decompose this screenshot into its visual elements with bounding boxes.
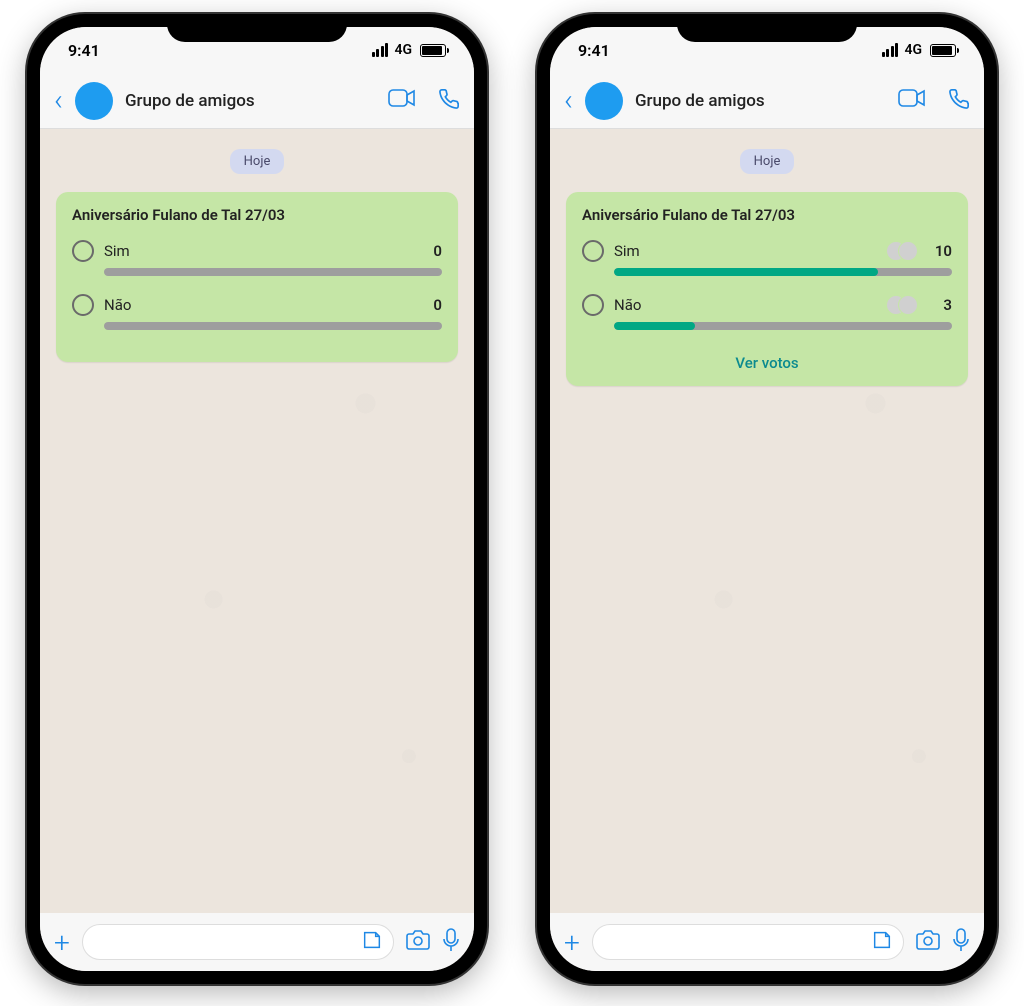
poll-option: Sim 10 bbox=[582, 240, 952, 276]
screen: 9:41 4G ‹ Grupo de amigos Hoje bbox=[550, 27, 984, 971]
input-bar: + bbox=[550, 913, 984, 971]
radio-icon[interactable] bbox=[72, 240, 94, 262]
signal-icon bbox=[372, 43, 389, 57]
phone-left: 9:41 4G ‹ Grupo de amigos Hoje bbox=[27, 14, 487, 984]
poll-bubble: Aniversário Fulano de Tal 27/03 Sim 0 Nã… bbox=[56, 192, 458, 362]
status-right: 4G bbox=[372, 42, 446, 58]
phone-call-icon[interactable] bbox=[438, 88, 460, 114]
message-input[interactable] bbox=[82, 924, 394, 960]
progress-fill bbox=[614, 268, 878, 276]
voter-dot-icon bbox=[898, 241, 918, 261]
screen: 9:41 4G ‹ Grupo de amigos Hoje bbox=[40, 27, 474, 971]
chat-header: ‹ Grupo de amigos bbox=[40, 73, 474, 129]
sticker-icon[interactable] bbox=[871, 929, 893, 955]
chat-body[interactable]: Hoje Aniversário Fulano de Tal 27/03 Sim… bbox=[40, 129, 474, 913]
radio-icon[interactable] bbox=[582, 240, 604, 262]
battery-icon bbox=[420, 44, 446, 57]
chat-title[interactable]: Grupo de amigos bbox=[635, 91, 886, 111]
mic-icon[interactable] bbox=[442, 928, 460, 956]
mic-icon[interactable] bbox=[952, 928, 970, 956]
vote-count: 0 bbox=[424, 296, 442, 314]
date-pill: Hoje bbox=[230, 149, 285, 174]
poll-option: Não 0 bbox=[72, 294, 442, 330]
poll-bubble: Aniversário Fulano de Tal 27/03 Sim 10 bbox=[566, 192, 968, 386]
phone-call-icon[interactable] bbox=[948, 88, 970, 114]
video-call-icon[interactable] bbox=[898, 88, 926, 114]
progress-track bbox=[104, 322, 442, 330]
progress-track bbox=[614, 322, 952, 330]
poll-option: Sim 0 bbox=[72, 240, 442, 276]
camera-icon[interactable] bbox=[916, 929, 940, 955]
option-label: Não bbox=[104, 296, 414, 314]
avatar[interactable] bbox=[75, 82, 113, 120]
phone-right: 9:41 4G ‹ Grupo de amigos Hoje bbox=[537, 14, 997, 984]
status-right: 4G bbox=[882, 42, 956, 58]
radio-icon[interactable] bbox=[582, 294, 604, 316]
date-pill: Hoje bbox=[740, 149, 795, 174]
plus-icon[interactable]: + bbox=[54, 926, 70, 959]
status-time: 9:41 bbox=[68, 41, 100, 60]
view-votes-link[interactable]: Ver votos bbox=[582, 348, 952, 372]
poll-option: Não 3 bbox=[582, 294, 952, 330]
progress-fill bbox=[614, 322, 695, 330]
option-label: Não bbox=[614, 296, 876, 314]
poll-title: Aniversário Fulano de Tal 27/03 bbox=[72, 206, 442, 224]
chat-body[interactable]: Hoje Aniversário Fulano de Tal 27/03 Sim… bbox=[550, 129, 984, 913]
network-label: 4G bbox=[904, 42, 922, 58]
network-label: 4G bbox=[394, 42, 412, 58]
notch bbox=[167, 14, 347, 42]
vote-count: 3 bbox=[934, 296, 952, 314]
signal-icon bbox=[882, 43, 899, 57]
plus-icon[interactable]: + bbox=[564, 926, 580, 959]
chat-title[interactable]: Grupo de amigos bbox=[125, 91, 376, 111]
progress-track bbox=[104, 268, 442, 276]
poll-title: Aniversário Fulano de Tal 27/03 bbox=[582, 206, 952, 224]
back-icon[interactable]: ‹ bbox=[54, 86, 63, 116]
status-time: 9:41 bbox=[578, 41, 610, 60]
sticker-icon[interactable] bbox=[361, 929, 383, 955]
option-label: Sim bbox=[104, 242, 414, 260]
voter-avatars bbox=[886, 241, 918, 261]
progress-track bbox=[614, 268, 952, 276]
voter-dot-icon bbox=[898, 295, 918, 315]
option-label: Sim bbox=[614, 242, 876, 260]
notch bbox=[677, 14, 857, 42]
back-icon[interactable]: ‹ bbox=[564, 86, 573, 116]
avatar[interactable] bbox=[585, 82, 623, 120]
vote-count: 10 bbox=[934, 242, 952, 260]
input-bar: + bbox=[40, 913, 474, 971]
camera-icon[interactable] bbox=[406, 929, 430, 955]
vote-count: 0 bbox=[424, 242, 442, 260]
message-input[interactable] bbox=[592, 924, 904, 960]
radio-icon[interactable] bbox=[72, 294, 94, 316]
battery-icon bbox=[930, 44, 956, 57]
voter-avatars bbox=[886, 295, 918, 315]
chat-header: ‹ Grupo de amigos bbox=[550, 73, 984, 129]
video-call-icon[interactable] bbox=[388, 88, 416, 114]
